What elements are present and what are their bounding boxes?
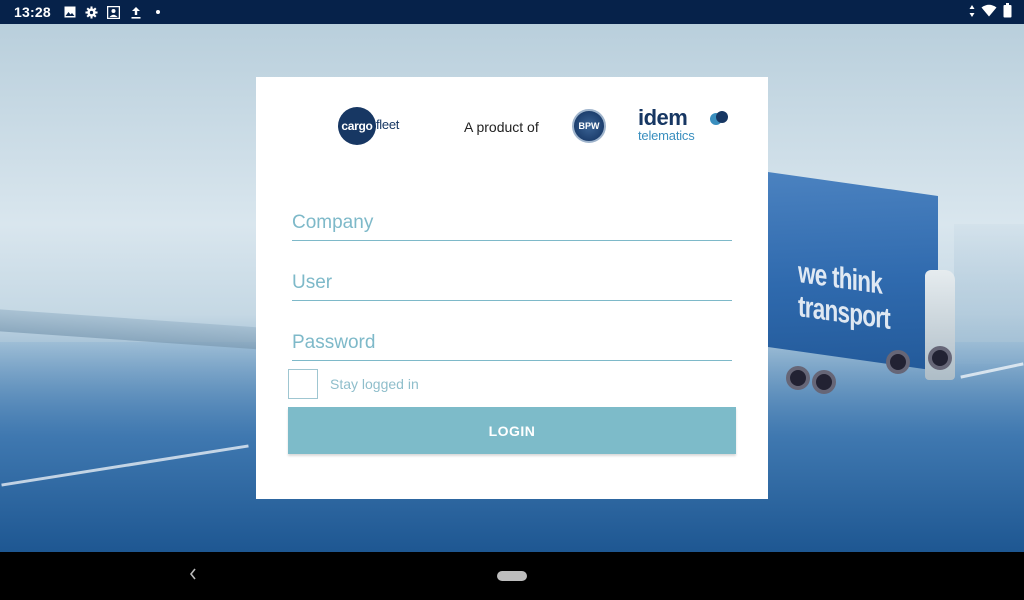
company-field[interactable] [292, 205, 732, 241]
telematics-text: telematics [638, 128, 695, 143]
image-icon [63, 5, 77, 19]
truck-wheel [786, 366, 810, 390]
status-bar: 13:28 [0, 0, 1024, 24]
status-right [969, 3, 1012, 21]
cargofleet-logo: cargo [338, 107, 376, 145]
truck-wheel [928, 346, 952, 370]
password-field[interactable] [292, 325, 732, 361]
battery-icon [1003, 3, 1012, 21]
truck-wheel [812, 370, 836, 394]
settings-icon [85, 5, 99, 19]
idem-telematics-logo: idem telematics [638, 105, 728, 143]
upload-icon [129, 5, 143, 19]
home-pill-icon[interactable] [497, 571, 527, 581]
user-input[interactable] [292, 265, 732, 300]
dot-icon [151, 5, 165, 19]
login-button[interactable]: LOGIN [288, 407, 736, 454]
user-field[interactable] [292, 265, 732, 301]
stay-logged-in-label[interactable]: Stay logged in [330, 376, 419, 392]
password-input[interactable] [292, 325, 732, 360]
back-icon[interactable] [188, 565, 198, 586]
bpw-text: BPW [578, 121, 600, 131]
idem-text: idem [638, 105, 688, 130]
navigation-bar [0, 552, 1024, 600]
company-input[interactable] [292, 205, 732, 240]
stay-logged-in-row[interactable]: Stay logged in [288, 369, 419, 399]
bpw-logo: BPW [572, 109, 606, 143]
wifi-icon [981, 4, 997, 20]
product-of-text: A product of [464, 119, 539, 135]
truck-wheel [886, 350, 910, 374]
data-arrows-icon [969, 4, 975, 21]
status-time: 13:28 [14, 4, 51, 20]
fleet-text: fleet [376, 117, 400, 132]
contact-icon [107, 5, 121, 19]
cargo-text: cargo [341, 119, 373, 133]
stay-logged-in-checkbox[interactable] [288, 369, 318, 399]
logo-row: cargo fleet A product of BPW idem telema… [256, 107, 768, 147]
login-card: cargo fleet A product of BPW idem telema… [256, 77, 768, 499]
